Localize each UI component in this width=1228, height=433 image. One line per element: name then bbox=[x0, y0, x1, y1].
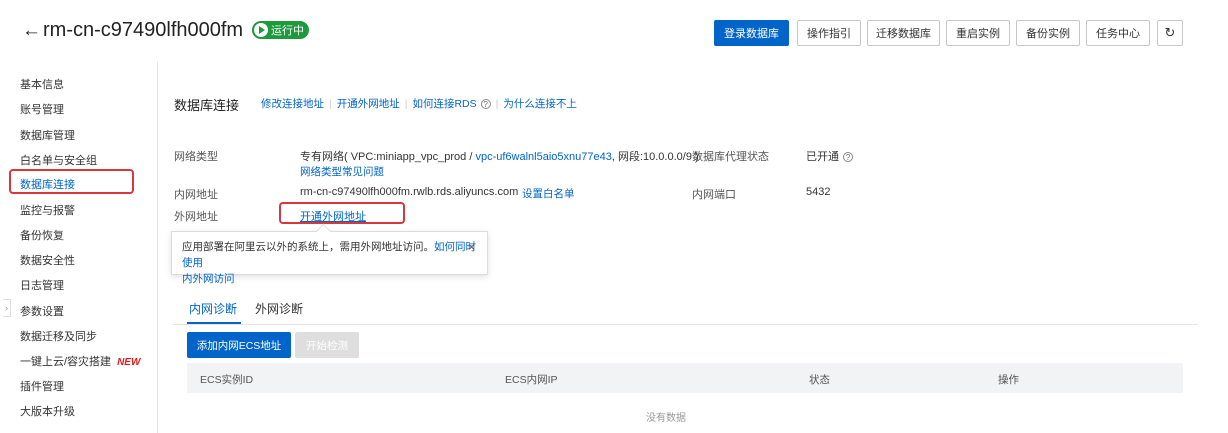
modify-address-link[interactable]: 修改连接地址 bbox=[261, 98, 324, 110]
link-separator: | bbox=[495, 98, 499, 110]
operation-guide-button[interactable]: 操作指引 bbox=[797, 20, 861, 46]
proxy-status-text: 已开通 bbox=[806, 151, 839, 163]
refresh-icon[interactable]: ↻ bbox=[1157, 20, 1183, 46]
sidebar: 基本信息 账号管理 数据库管理 白名单与安全组 数据库连接 监控与报警 备份恢复… bbox=[0, 62, 158, 433]
status-text: 运行中 bbox=[271, 25, 304, 37]
network-type-label: 网络类型 bbox=[174, 151, 218, 163]
running-play-icon bbox=[254, 23, 268, 37]
sidebar-item-parameters[interactable]: 参数设置 bbox=[20, 303, 64, 319]
sidebar-highlight-box bbox=[9, 169, 134, 194]
column-actions: 操作 bbox=[998, 374, 1019, 386]
section-links: 修改连接地址 | 开通外网地址 | 如何连接RDS? | 为什么连接不上 bbox=[261, 96, 577, 111]
external-address-label: 外网地址 bbox=[174, 211, 218, 223]
network-type-prefix: 专有网络( VPC:miniapp_vpc_prod / bbox=[300, 151, 476, 163]
sidebar-item-accounts[interactable]: 账号管理 bbox=[20, 101, 64, 117]
start-check-button[interactable]: 开始检测 bbox=[295, 332, 359, 358]
sidebar-item-version-upgrade[interactable]: 大版本升级 bbox=[20, 403, 75, 419]
help-icon[interactable]: ? bbox=[843, 152, 853, 163]
status-badge: 运行中 bbox=[252, 21, 309, 39]
info-popover: 应用部署在阿里云以外的系统上，需用外网地址访问。如何同时使用 内外网访问 × bbox=[171, 231, 488, 285]
sidebar-item-cloud-disaster[interactable]: 一键上云/容灾搭建 NEW bbox=[20, 353, 140, 369]
column-ecs-id: ECS实例ID bbox=[200, 374, 254, 386]
how-to-connect-link[interactable]: 如何连接RDS bbox=[412, 98, 476, 110]
network-type-value: 专有网络( VPC:miniapp_vpc_prod / vpc-uf6waln… bbox=[300, 148, 699, 164]
restart-instance-button[interactable]: 重启实例 bbox=[946, 20, 1010, 46]
popover-text: 应用部署在阿里云以外的系统上，需用外网地址访问。 bbox=[182, 241, 434, 253]
tab-external-diagnosis[interactable]: 外网诊断 bbox=[255, 300, 303, 317]
new-badge: NEW bbox=[117, 357, 141, 368]
internal-port-label: 内网端口 bbox=[692, 189, 736, 201]
sidebar-item-databases[interactable]: 数据库管理 bbox=[20, 127, 75, 143]
proxy-status-value: 已开通? bbox=[806, 148, 853, 164]
migrate-database-button[interactable]: 迁移数据库 bbox=[867, 20, 940, 46]
column-status: 状态 bbox=[809, 374, 830, 386]
back-arrow-icon[interactable]: ← bbox=[22, 20, 41, 42]
sidebar-item-plugins[interactable]: 插件管理 bbox=[20, 378, 64, 394]
sidebar-item-cloud-disaster-label: 一键上云/容灾搭建 bbox=[20, 356, 112, 368]
open-public-link[interactable]: 开通外网地址 bbox=[337, 98, 400, 110]
set-whitelist-link[interactable]: 设置白名单 bbox=[522, 186, 575, 201]
table-header: ECS实例ID ECS内网IP 状态 操作 bbox=[187, 363, 1183, 393]
column-ecs-ip: ECS内网IP bbox=[505, 374, 558, 386]
sidebar-collapse-icon[interactable]: › bbox=[3, 299, 11, 317]
why-connect-fail-link[interactable]: 为什么连接不上 bbox=[503, 98, 577, 110]
section-title: 数据库连接 bbox=[174, 98, 240, 113]
instance-title: rm-cn-c97490lfh000fm bbox=[43, 19, 244, 41]
help-icon[interactable]: ? bbox=[480, 99, 491, 110]
external-address-highlight-box bbox=[279, 202, 405, 224]
internal-port-value: 5432 bbox=[806, 186, 831, 198]
internal-address-value: rm-cn-c97490lfh000fm.rwlb.rds.aliyuncs.c… bbox=[300, 186, 519, 198]
page-header: ← rm-cn-c97490lfh000fm 运行中 登录数据库 操作指引 迁移… bbox=[0, 0, 1228, 62]
sidebar-item-basic-info[interactable]: 基本信息 bbox=[20, 76, 64, 92]
network-faq-link[interactable]: 网络类型常见问题 bbox=[300, 164, 384, 179]
close-icon[interactable]: × bbox=[468, 239, 475, 255]
task-center-button[interactable]: 任务中心 bbox=[1086, 20, 1150, 46]
sidebar-item-whitelist[interactable]: 白名单与安全组 bbox=[20, 152, 97, 168]
login-database-button[interactable]: 登录数据库 bbox=[714, 20, 789, 46]
sidebar-item-logs[interactable]: 日志管理 bbox=[20, 277, 64, 293]
active-tab-indicator bbox=[187, 322, 241, 324]
internal-address-label: 内网地址 bbox=[174, 189, 218, 201]
backup-instance-button[interactable]: 备份实例 bbox=[1016, 20, 1080, 46]
add-ecs-button[interactable]: 添加内网ECS地址 bbox=[187, 332, 291, 358]
link-separator: | bbox=[329, 98, 332, 110]
tab-internal-diagnosis[interactable]: 内网诊断 bbox=[189, 300, 237, 317]
vpc-link[interactable]: vpc-uf6walnl5aio5xnu77e43 bbox=[475, 151, 611, 163]
proxy-status-label: 数据库代理状态 bbox=[692, 151, 769, 163]
empty-state-text: 没有数据 bbox=[646, 413, 686, 424]
popover-link-part2[interactable]: 内外网访问 bbox=[182, 273, 235, 285]
sidebar-item-migration[interactable]: 数据迁移及同步 bbox=[20, 328, 97, 344]
sidebar-item-monitoring[interactable]: 监控与报警 bbox=[20, 202, 75, 218]
network-type-suffix: , 网段:10.0.0.0/9 ) bbox=[611, 151, 699, 163]
tabs-divider bbox=[173, 324, 1198, 325]
main-content: 数据库连接 修改连接地址 | 开通外网地址 | 如何连接RDS? | 为什么连接不上 网络类… bbox=[158, 62, 1228, 433]
link-separator: | bbox=[404, 98, 408, 110]
sidebar-item-backup[interactable]: 备份恢复 bbox=[20, 227, 64, 243]
sidebar-item-data-security[interactable]: 数据安全性 bbox=[20, 252, 75, 268]
